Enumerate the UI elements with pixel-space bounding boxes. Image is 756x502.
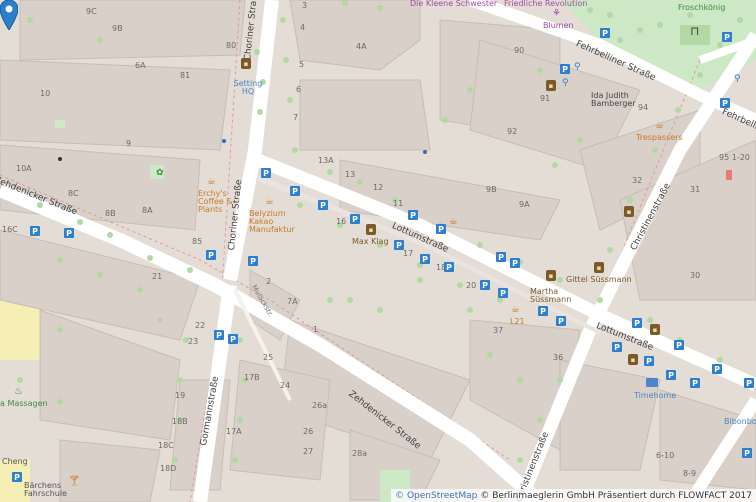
osm-attribution-link[interactable]: © OpenStreetMap xyxy=(395,491,477,501)
memorial-icon[interactable]: ▪ xyxy=(594,262,604,273)
parking-icon[interactable]: P xyxy=(632,318,642,328)
memorial-icon[interactable]: ▪ xyxy=(366,224,376,235)
parking-icon[interactable]: P xyxy=(666,370,676,380)
florist-icon[interactable]: ⚘ xyxy=(552,8,561,19)
parking-icon[interactable]: P xyxy=(498,288,508,298)
parking-icon[interactable]: P xyxy=(742,448,752,458)
parking-icon[interactable]: P xyxy=(538,306,548,316)
parking-icon[interactable]: P xyxy=(318,200,328,210)
parking-icon[interactable]: P xyxy=(290,186,300,196)
parking-icon[interactable]: P xyxy=(248,256,258,266)
parking-icon[interactable]: P xyxy=(510,258,520,268)
memorial-icon[interactable]: ▪ xyxy=(624,206,634,217)
cafe-icon[interactable]: ☕ xyxy=(448,216,459,227)
map-attribution: © OpenStreetMap © Berlinmaeglerin GmbH P… xyxy=(391,489,756,502)
playground-icon[interactable]: ✿ xyxy=(156,168,164,178)
memorial-icon[interactable]: ▪ xyxy=(241,58,251,69)
parking-icon[interactable]: P xyxy=(436,224,446,234)
picnic-table-icon[interactable]: ⊓ xyxy=(690,24,699,38)
parking-icon[interactable]: P xyxy=(350,214,360,224)
parking-icon[interactable]: P xyxy=(600,28,610,38)
parking-icon[interactable]: P xyxy=(496,252,506,262)
memorial-icon[interactable]: ▪ xyxy=(650,324,660,335)
parking-icon[interactable]: P xyxy=(228,334,238,344)
parking-icon[interactable]: P xyxy=(612,342,622,352)
parking-icon[interactable]: P xyxy=(560,64,570,74)
credit-text: © Berlinmaeglerin GmbH Präsentiert durch… xyxy=(480,490,752,501)
cafe-icon[interactable]: ☕ xyxy=(654,120,665,131)
parking-icon[interactable]: P xyxy=(690,378,700,388)
memorial-icon[interactable]: ▪ xyxy=(546,80,556,91)
cafe-icon[interactable]: ☕ xyxy=(510,304,521,315)
cafe-icon[interactable]: ☕ xyxy=(264,196,275,207)
bicycle-icon[interactable]: ⚲ xyxy=(562,78,569,88)
parking-icon[interactable]: P xyxy=(444,262,454,272)
parking-icon[interactable]: P xyxy=(744,378,754,388)
massage-icon[interactable]: ♨ xyxy=(14,386,23,397)
map-canvas[interactable]: 9C 9B 80 81 6A 10 9 10A 8C 8B 8A 85 16C … xyxy=(0,0,756,502)
parking-icon[interactable]: P xyxy=(12,472,22,482)
memorial-icon[interactable]: ▪ xyxy=(546,270,556,281)
parking-icon[interactable]: P xyxy=(408,210,418,220)
parking-icon[interactable]: P xyxy=(214,330,224,340)
parking-icon[interactable]: P xyxy=(644,356,654,366)
hotel-icon[interactable] xyxy=(646,378,658,387)
parking-icon[interactable]: P xyxy=(712,364,722,374)
bar-icon[interactable]: 🍸︎ xyxy=(68,476,81,487)
parking-icon[interactable]: P xyxy=(420,254,430,264)
parking-icon[interactable]: P xyxy=(720,98,730,108)
bicycle-icon[interactable]: ⚲ xyxy=(574,62,581,72)
shop-red-icon[interactable] xyxy=(726,170,732,180)
parking-icon[interactable]: P xyxy=(556,316,566,326)
location-pin-icon[interactable] xyxy=(0,0,18,30)
parking-icon[interactable]: P xyxy=(480,280,490,290)
parking-icon[interactable]: P xyxy=(722,32,732,42)
parking-icon[interactable]: P xyxy=(674,340,684,350)
parking-icon[interactable]: P xyxy=(30,226,40,236)
parking-icon[interactable]: P xyxy=(64,228,74,238)
cafe-icon[interactable]: ☕ xyxy=(206,176,217,187)
memorial-icon[interactable]: ▪ xyxy=(628,354,638,365)
bicycle-icon[interactable]: ⚲ xyxy=(734,74,741,84)
parking-icon[interactable]: P xyxy=(206,250,216,260)
parking-icon[interactable]: P xyxy=(394,240,404,250)
map-base-layer xyxy=(0,0,756,502)
parking-icon[interactable]: P xyxy=(261,168,271,178)
